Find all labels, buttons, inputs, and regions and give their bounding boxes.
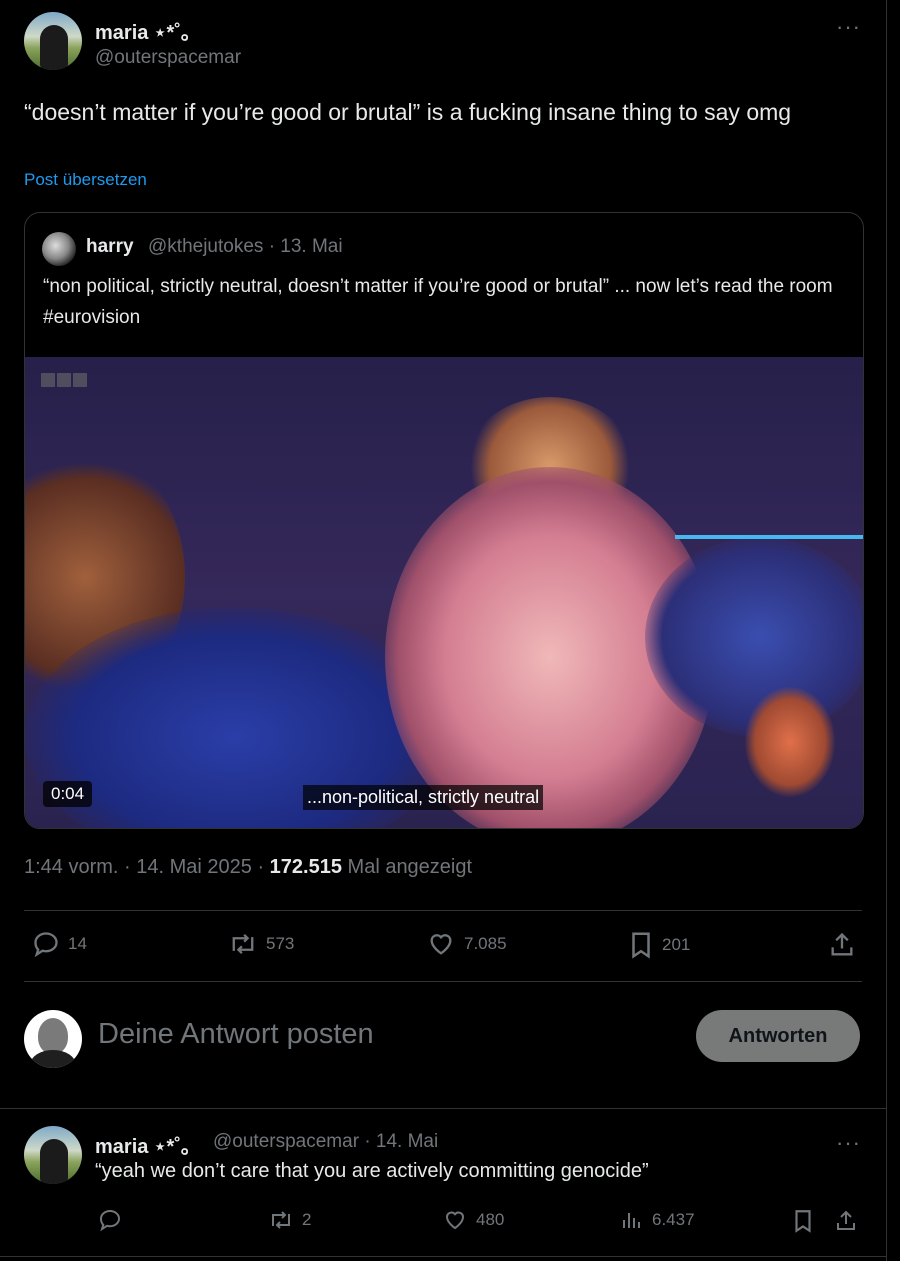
reply-author-meta: @outerspacemar · 14. Mai — [213, 1131, 438, 1153]
bookmark-count: 201 — [662, 935, 691, 954]
reply-date[interactable]: · 14. Mai — [364, 1131, 438, 1152]
share-icon — [837, 1210, 855, 1230]
reply-icon — [34, 932, 58, 958]
reply-button[interactable]: Antworten — [696, 1010, 860, 1062]
author-avatar[interactable] — [24, 12, 82, 70]
divider — [24, 981, 862, 982]
author-name[interactable]: maria ⋆*˚｡ — [95, 16, 191, 45]
bookmark-action[interactable]: 201 — [628, 930, 690, 960]
reply-like-count: 480 — [476, 1210, 505, 1229]
reply-views-action[interactable]: 6.437 — [620, 1208, 695, 1232]
section-separator — [0, 1256, 886, 1257]
heart-icon — [445, 1211, 465, 1230]
reply-view-count: 6.437 — [652, 1210, 695, 1229]
bookmark-icon — [795, 1210, 811, 1233]
current-user-avatar[interactable] — [24, 1010, 82, 1068]
quoted-date: · 13. Mai — [268, 236, 343, 257]
bookmark-icon — [632, 932, 650, 959]
divider — [24, 910, 862, 911]
view-count: 172.515 — [269, 856, 342, 878]
reply-bookmark-action[interactable] — [792, 1208, 814, 1234]
quoted-tweet[interactable]: harry @kthejutokes · 13. Mai “non politi… — [24, 212, 864, 829]
more-options-icon[interactable]: ··· — [836, 14, 861, 40]
author-handle[interactable]: @outerspacemar — [95, 47, 241, 69]
repost-icon — [232, 933, 254, 955]
broadcaster-logo — [41, 373, 87, 387]
reply-author-name[interactable]: maria ⋆*˚｡ — [95, 1130, 191, 1159]
like-action[interactable]: 7.085 — [426, 930, 507, 958]
heart-icon — [430, 934, 452, 955]
quoted-text: “non political, strictly neutral, doesn’… — [43, 276, 833, 328]
quoted-author-meta: @kthejutokes · 13. Mai — [148, 236, 343, 258]
repost-icon — [272, 1211, 290, 1229]
like-count: 7.085 — [464, 934, 507, 953]
video-player[interactable]: 0:04 ...non-political, strictly neutral — [25, 357, 863, 828]
repost-count: 573 — [266, 934, 295, 953]
translate-link[interactable]: Post übersetzen — [24, 170, 147, 190]
video-duration: 0:04 — [43, 781, 93, 807]
video-stage-light — [675, 535, 863, 539]
reply-share-action[interactable] — [834, 1208, 858, 1234]
view-count-label: Mal angezeigt — [347, 856, 473, 878]
reply-text: “yeah we don’t care that you are activel… — [95, 1160, 649, 1182]
reply-icon — [99, 1209, 121, 1232]
quoted-author-name: harry — [86, 236, 134, 257]
reply-more-options-icon[interactable]: ··· — [836, 1130, 861, 1156]
reply-count: 14 — [68, 934, 87, 953]
quoted-author-handle: @kthejutokes — [148, 236, 264, 257]
reply-repost-action[interactable]: 2 — [268, 1208, 311, 1232]
quoted-author-avatar — [42, 232, 76, 266]
reply-author-avatar[interactable] — [24, 1126, 82, 1184]
reply-like-action[interactable]: 480 — [442, 1208, 504, 1232]
tweet-text: “doesn’t matter if you’re good or brutal… — [24, 99, 792, 125]
reply-reply-action[interactable] — [98, 1208, 122, 1232]
reply-input[interactable]: Deine Antwort posten — [98, 1018, 374, 1051]
video-figure-far-right — [745, 687, 835, 797]
section-separator — [0, 1108, 886, 1109]
repost-action[interactable]: 573 — [228, 930, 294, 958]
video-subtitle: ...non-political, strictly neutral — [303, 785, 544, 810]
reply-action[interactable]: 14 — [32, 930, 87, 958]
share-action[interactable] — [828, 930, 856, 960]
column-border — [886, 0, 887, 1261]
analytics-icon — [623, 1213, 640, 1228]
tweet-timestamp[interactable]: 1:44 vorm. · 14. Mai 2025 · — [24, 856, 264, 878]
reply-author-handle[interactable]: @outerspacemar — [213, 1131, 359, 1152]
tweet-meta: 1:44 vorm. · 14. Mai 2025 · 172.515 Mal … — [24, 856, 472, 879]
reply-repost-count: 2 — [302, 1210, 312, 1229]
share-icon — [831, 932, 853, 956]
